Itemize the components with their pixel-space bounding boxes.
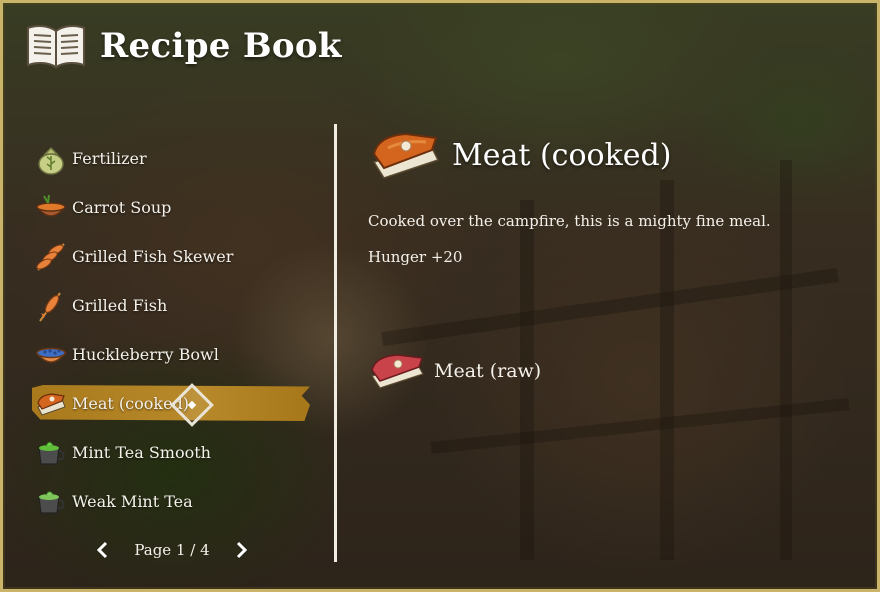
- chevron-right-icon[interactable]: [230, 539, 252, 561]
- recipe-label: Grilled Fish: [72, 296, 168, 315]
- gamepad-cursor-icon: [170, 383, 214, 427]
- panel-divider: [334, 124, 337, 562]
- fish-skewer-icon: [36, 242, 65, 271]
- recipe-item-huckleberry-bowl[interactable]: Huckleberry Bowl: [32, 330, 312, 379]
- open-book-icon: [27, 25, 85, 69]
- ingredient-item: Meat (raw): [368, 348, 541, 394]
- fertilizer-sack-icon: [38, 146, 64, 175]
- recipe-label: Fertilizer: [72, 149, 147, 168]
- recipe-label: Carrot Soup: [72, 198, 172, 217]
- mint-tea-icon: [38, 490, 65, 514]
- recipe-book-panel: Recipe Book Fertilizer Carrot Soup Grill…: [0, 0, 880, 592]
- recipe-item-carrot-soup[interactable]: Carrot Soup: [32, 183, 312, 232]
- recipe-label: Huckleberry Bowl: [72, 345, 219, 364]
- page-indicator: Page 1 / 4: [134, 541, 210, 559]
- chevron-left-icon[interactable]: [92, 539, 114, 561]
- grilled-fish-icon: [39, 291, 61, 322]
- header: Recipe Book: [26, 22, 342, 70]
- ingredient-label: Meat (raw): [434, 360, 542, 382]
- recipe-item-grilled-fish-skewer[interactable]: Grilled Fish Skewer: [32, 232, 312, 281]
- pagination: Page 1 / 4: [92, 538, 252, 562]
- cooked-meat-icon: [372, 132, 440, 179]
- mint-tea-icon: [38, 441, 65, 465]
- cooked-meat-icon: [37, 392, 66, 416]
- recipe-list: Fertilizer Carrot Soup Grilled Fish Skew…: [32, 134, 312, 526]
- carrot-soup-icon: [35, 194, 67, 217]
- detail-header: Meat (cooked): [368, 124, 848, 186]
- page-title: Recipe Book: [100, 26, 342, 66]
- recipe-item-fertilizer[interactable]: Fertilizer: [32, 134, 312, 183]
- raw-meat-icon: [371, 354, 424, 389]
- detail-title: Meat (cooked): [452, 137, 672, 173]
- detail-description: Cooked over the campfire, this is a migh…: [368, 212, 771, 230]
- recipe-label: Weak Mint Tea: [72, 492, 193, 511]
- recipe-label: Mint Tea Smooth: [72, 443, 211, 462]
- detail-stat: Hunger +20: [368, 248, 463, 266]
- recipe-detail: Meat (cooked) Cooked over the campfire, …: [368, 124, 848, 266]
- recipe-label: Grilled Fish Skewer: [72, 247, 234, 266]
- recipe-item-grilled-fish[interactable]: Grilled Fish: [32, 281, 312, 330]
- huckleberry-bowl-icon: [35, 347, 67, 363]
- recipe-item-weak-mint-tea[interactable]: Weak Mint Tea: [32, 477, 312, 526]
- recipe-item-mint-tea-smooth[interactable]: Mint Tea Smooth: [32, 428, 312, 477]
